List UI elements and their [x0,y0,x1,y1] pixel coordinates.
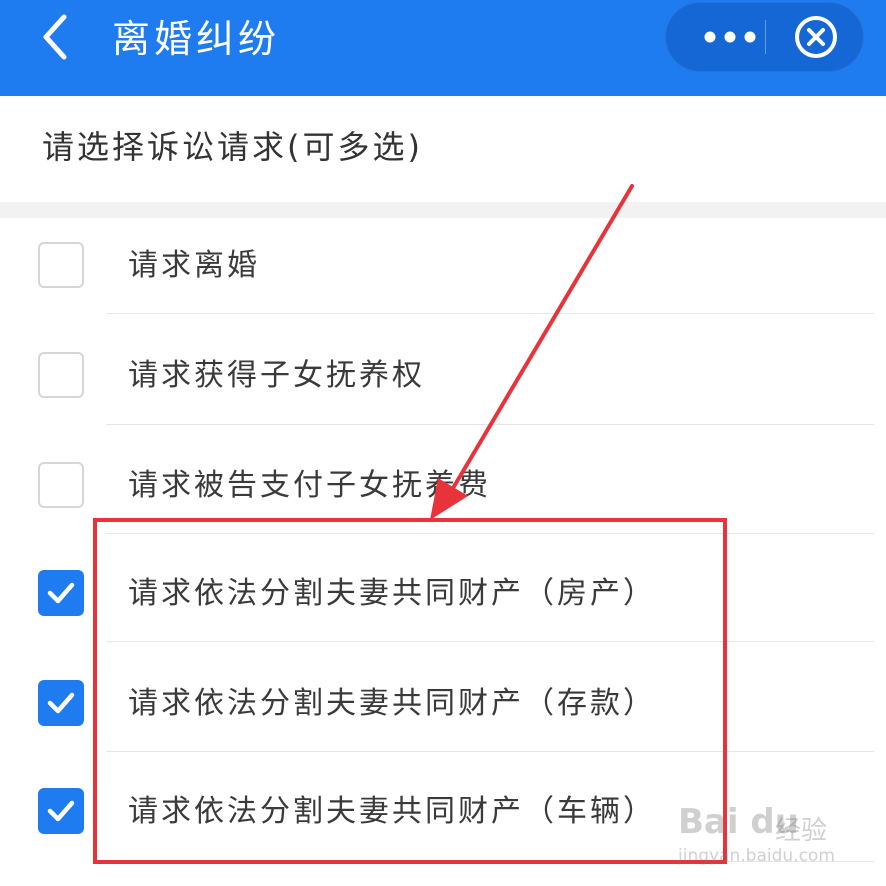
checkbox-checked[interactable] [38,570,84,616]
checkbox-checked[interactable] [38,788,84,834]
option-divorce[interactable]: 请求离婚 [0,214,886,324]
checkmark-icon [47,800,75,822]
divider [106,424,874,425]
checkbox-unchecked[interactable] [38,242,84,288]
page-title: 离婚纠纷 [112,17,281,61]
option-label: 请求被告支付子女抚养费 [128,468,491,503]
chevron-left-icon [43,14,67,60]
more-button[interactable] [685,2,775,72]
mini-program-capsule [665,2,864,72]
watermark-text: 经验 [775,816,828,846]
checkmark-icon [47,582,75,604]
question-prompt: 请选择诉讼请求(可多选) [42,128,423,166]
checkmark-icon [47,692,75,714]
checkbox-checked[interactable] [38,680,84,726]
close-circle-icon [795,16,837,58]
divider [106,313,874,314]
close-button[interactable] [789,10,843,64]
watermark-url: jingyan.baidu.com [678,846,835,866]
capsule-divider [765,20,766,54]
back-button[interactable] [30,12,80,62]
option-label: 请求离婚 [128,248,260,283]
top-navigation-bar: 离婚纠纷 [0,0,886,96]
checkbox-unchecked[interactable] [38,462,84,508]
highlight-box [93,518,727,864]
option-custody[interactable]: 请求获得子女抚养权 [0,324,886,434]
more-dots-icon [704,31,756,43]
checkbox-unchecked[interactable] [38,352,84,398]
option-label: 请求获得子女抚养权 [128,358,425,393]
